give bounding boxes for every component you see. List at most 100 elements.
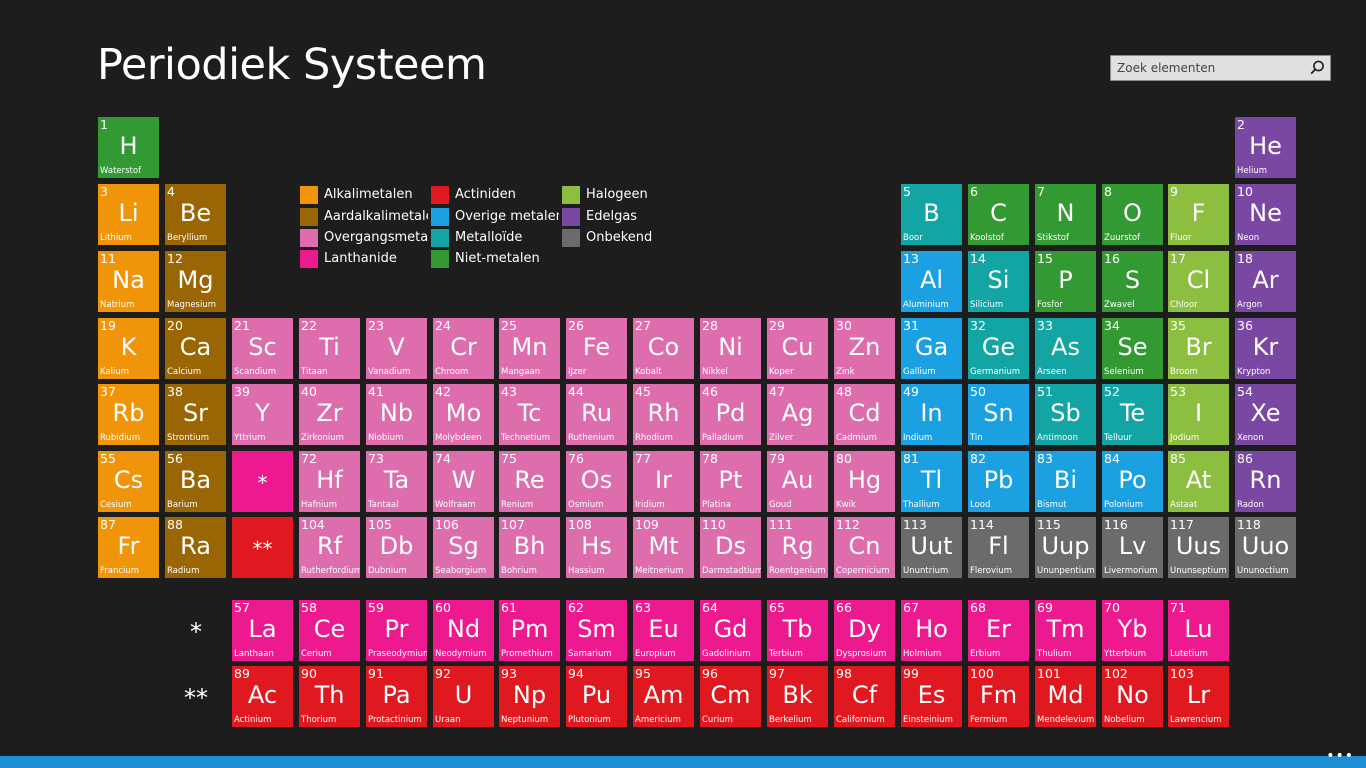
element-tile-pa[interactable]: 91 Pa Protactinium <box>366 666 427 727</box>
element-tile-rb[interactable]: 37 Rb Rubidium <box>98 384 159 445</box>
element-tile-rn[interactable]: 86 Rn Radon <box>1235 451 1296 512</box>
element-tile-eu[interactable]: 63 Eu Europium <box>633 600 694 661</box>
element-tile-fm[interactable]: 100 Fm Fermium <box>968 666 1029 727</box>
element-tile-pb[interactable]: 82 Pb Lood <box>968 451 1029 512</box>
element-tile-in[interactable]: 49 In Indium <box>901 384 962 445</box>
element-tile-hf[interactable]: 72 Hf Hafnium <box>299 451 360 512</box>
element-tile-fe[interactable]: 26 Fe IJzer <box>566 318 627 379</box>
element-tile-pd[interactable]: 46 Pd Palladium <box>700 384 761 445</box>
element-tile-u[interactable]: 92 U Uraan <box>433 666 494 727</box>
element-tile-cf[interactable]: 98 Cf Californium <box>834 666 895 727</box>
element-tile-rg[interactable]: 111 Rg Roentgenium <box>767 517 828 578</box>
element-tile-at[interactable]: 85 At Astaat <box>1168 451 1229 512</box>
element-tile-zn[interactable]: 30 Zn Zink <box>834 318 895 379</box>
element-tile-cn[interactable]: 112 Cn Copernicium <box>834 517 895 578</box>
element-tile-po[interactable]: 84 Po Polonium <box>1102 451 1163 512</box>
element-tile-zr[interactable]: 40 Zr Zirkonium <box>299 384 360 445</box>
element-tile-cm[interactable]: 96 Cm Curium <box>700 666 761 727</box>
element-tile-ge[interactable]: 32 Ge Germanium <box>968 318 1029 379</box>
element-tile-br[interactable]: 35 Br Broom <box>1168 318 1229 379</box>
element-tile-li[interactable]: 3 Li Lithium <box>98 184 159 245</box>
element-tile-ir[interactable]: 77 Ir Iridium <box>633 451 694 512</box>
element-tile-os[interactable]: 76 Os Osmium <box>566 451 627 512</box>
element-tile-s[interactable]: 16 S Zwavel <box>1102 251 1163 312</box>
element-tile-te[interactable]: 52 Te Telluur <box>1102 384 1163 445</box>
element-tile-re[interactable]: 75 Re Renium <box>499 451 560 512</box>
element-tile-tl[interactable]: 81 Tl Thallium <box>901 451 962 512</box>
element-tile-cd[interactable]: 48 Cd Cadmium <box>834 384 895 445</box>
element-tile-f[interactable]: 9 F Fluor <box>1168 184 1229 245</box>
element-tile-sn[interactable]: 50 Sn Tin <box>968 384 1029 445</box>
element-tile-bk[interactable]: 97 Bk Berkelium <box>767 666 828 727</box>
element-tile-ta[interactable]: 73 Ta Tantaal <box>366 451 427 512</box>
element-tile-lr[interactable]: 103 Lr Lawrencium <box>1168 666 1229 727</box>
element-tile-yb[interactable]: 70 Yb Ytterbium <box>1102 600 1163 661</box>
element-tile-w[interactable]: 74 W Wolfraam <box>433 451 494 512</box>
element-tile-es[interactable]: 99 Es Einsteinium <box>901 666 962 727</box>
element-tile-cs[interactable]: 55 Cs Cesium <box>98 451 159 512</box>
element-tile-uut[interactable]: 113 Uut Ununtrium <box>901 517 962 578</box>
element-tile-h[interactable]: 1 H Waterstof <box>98 117 159 178</box>
element-tile-cr[interactable]: 24 Cr Chroom <box>433 318 494 379</box>
element-tile-hs[interactable]: 108 Hs Hassium <box>566 517 627 578</box>
element-tile-fl[interactable]: 114 Fl Flerovium <box>968 517 1029 578</box>
element-tile-p[interactable]: 15 P Fosfor <box>1035 251 1096 312</box>
element-tile-dy[interactable]: 66 Dy Dysprosium <box>834 600 895 661</box>
element-tile-ni[interactable]: 28 Ni Nikkel <box>700 318 761 379</box>
element-tile-pm[interactable]: 61 Pm Promethium <box>499 600 560 661</box>
more-options-icon[interactable]: ••• <box>1326 748 1354 764</box>
element-tile-pu[interactable]: 94 Pu Plutonium <box>566 666 627 727</box>
element-tile-o[interactable]: 8 O Zuurstof <box>1102 184 1163 245</box>
element-tile-na[interactable]: 11 Na Natrium <box>98 251 159 312</box>
element-tile-mo[interactable]: 42 Mo Molybdeen <box>433 384 494 445</box>
element-tile-ho[interactable]: 67 Ho Holmium <box>901 600 962 661</box>
actinide-placeholder[interactable]: ** <box>232 517 293 578</box>
element-tile-sm[interactable]: 62 Sm Samarium <box>566 600 627 661</box>
element-tile-ra[interactable]: 88 Ra Radium <box>165 517 226 578</box>
element-tile-la[interactable]: 57 La Lanthaan <box>232 600 293 661</box>
element-tile-tb[interactable]: 65 Tb Terbium <box>767 600 828 661</box>
element-tile-cl[interactable]: 17 Cl Chloor <box>1168 251 1229 312</box>
element-tile-co[interactable]: 27 Co Kobalt <box>633 318 694 379</box>
element-tile-mn[interactable]: 25 Mn Mangaan <box>499 318 560 379</box>
element-tile-gd[interactable]: 64 Gd Gadolinium <box>700 600 761 661</box>
element-tile-kr[interactable]: 36 Kr Krypton <box>1235 318 1296 379</box>
lanthanide-placeholder[interactable]: * <box>232 451 293 512</box>
element-tile-ca[interactable]: 20 Ca Calcium <box>165 318 226 379</box>
element-tile-tc[interactable]: 43 Tc Technetium <box>499 384 560 445</box>
element-tile-ti[interactable]: 22 Ti Titaan <box>299 318 360 379</box>
element-tile-md[interactable]: 101 Md Mendelevium <box>1035 666 1096 727</box>
element-tile-ds[interactable]: 110 Ds Darmstadtium <box>700 517 761 578</box>
element-tile-pr[interactable]: 59 Pr Praseodymium <box>366 600 427 661</box>
element-tile-cu[interactable]: 29 Cu Koper <box>767 318 828 379</box>
element-tile-np[interactable]: 93 Np Neptunium <box>499 666 560 727</box>
element-tile-lu[interactable]: 71 Lu Lutetium <box>1168 600 1229 661</box>
element-tile-fr[interactable]: 87 Fr Francium <box>98 517 159 578</box>
element-tile-be[interactable]: 4 Be Beryllium <box>165 184 226 245</box>
element-tile-c[interactable]: 6 C Koolstof <box>968 184 1029 245</box>
element-tile-sb[interactable]: 51 Sb Antimoon <box>1035 384 1096 445</box>
element-tile-ne[interactable]: 10 Ne Neon <box>1235 184 1296 245</box>
element-tile-rf[interactable]: 104 Rf Rutherfordium <box>299 517 360 578</box>
element-tile-ba[interactable]: 56 Ba Barium <box>165 451 226 512</box>
element-tile-lv[interactable]: 116 Lv Livermorium <box>1102 517 1163 578</box>
element-tile-i[interactable]: 53 I Jodium <box>1168 384 1229 445</box>
element-tile-er[interactable]: 68 Er Erbium <box>968 600 1029 661</box>
element-tile-xe[interactable]: 54 Xe Xenon <box>1235 384 1296 445</box>
element-tile-al[interactable]: 13 Al Aluminium <box>901 251 962 312</box>
element-tile-sg[interactable]: 106 Sg Seaborgium <box>433 517 494 578</box>
element-tile-bi[interactable]: 83 Bi Bismut <box>1035 451 1096 512</box>
element-tile-uuo[interactable]: 118 Uuo Ununoctium <box>1235 517 1296 578</box>
element-tile-k[interactable]: 19 K Kalium <box>98 318 159 379</box>
element-tile-am[interactable]: 95 Am Americium <box>633 666 694 727</box>
element-tile-db[interactable]: 105 Db Dubnium <box>366 517 427 578</box>
element-tile-uup[interactable]: 115 Uup Ununpentium <box>1035 517 1096 578</box>
element-tile-b[interactable]: 5 B Boor <box>901 184 962 245</box>
element-tile-si[interactable]: 14 Si Silicium <box>968 251 1029 312</box>
element-tile-ga[interactable]: 31 Ga Gallium <box>901 318 962 379</box>
element-tile-n[interactable]: 7 N Stikstof <box>1035 184 1096 245</box>
element-tile-nd[interactable]: 60 Nd Neodymium <box>433 600 494 661</box>
element-tile-se[interactable]: 34 Se Selenium <box>1102 318 1163 379</box>
element-tile-nb[interactable]: 41 Nb Niobium <box>366 384 427 445</box>
element-tile-ag[interactable]: 47 Ag Zilver <box>767 384 828 445</box>
